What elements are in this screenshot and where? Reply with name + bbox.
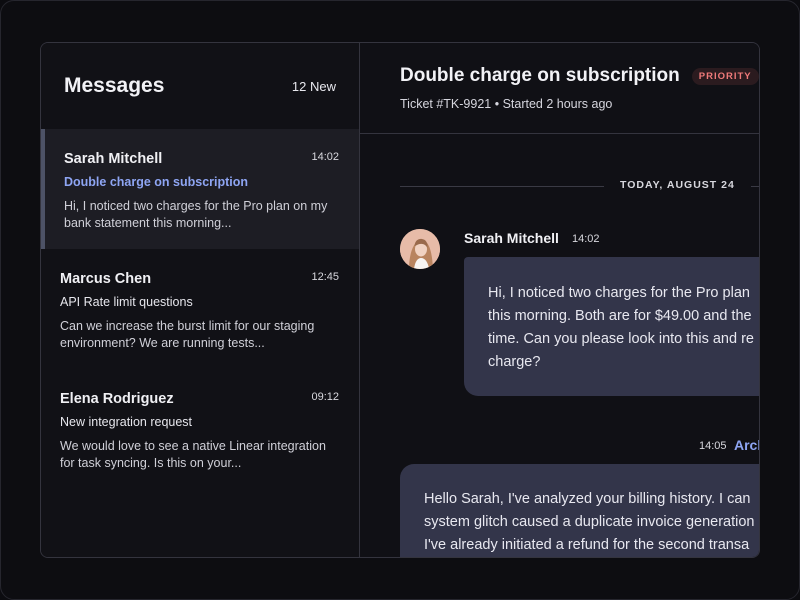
date-divider: TODAY, AUGUST 24 xyxy=(400,179,759,193)
conversation-subject: Double charge on subscription xyxy=(64,175,249,189)
sidebar-header: Messages 12 New xyxy=(41,43,359,129)
preview-line: for task syncing. Is this on your... xyxy=(60,456,242,470)
divider-line xyxy=(400,186,604,187)
message-time: 14:05 xyxy=(699,440,727,452)
conversation-sender: Elena Rodriguez xyxy=(60,391,174,407)
preview-line: We would love to see a native Linear int… xyxy=(60,439,326,453)
message-time: 14:02 xyxy=(572,233,600,245)
message-line: time. Can you please look into this and … xyxy=(488,331,754,347)
sidebar-title: Messages xyxy=(64,74,165,97)
support-inbox-window: Messages 12 New Sarah Mitchell 14:02 Dou… xyxy=(40,42,760,558)
conversation-time: 09:12 xyxy=(311,391,339,403)
conversation-item-elena-rodriguez[interactable]: Elena Rodriguez 09:12 New integration re… xyxy=(41,369,359,489)
conversation-preview: Can we increase the burst limit for our … xyxy=(60,318,339,352)
message-sidebar: Messages 12 New Sarah Mitchell 14:02 Dou… xyxy=(41,43,360,557)
preview-line: Hi, I noticed two charges for the Pro pl… xyxy=(64,199,328,213)
avatar[interactable] xyxy=(400,229,440,269)
message-line: system glitch caused a duplicate invoice… xyxy=(424,514,755,530)
conversation-time: 14:02 xyxy=(311,151,339,163)
conversation-pane: Double charge on subscription PRIORITY T… xyxy=(360,43,759,557)
message-line: charge? xyxy=(488,354,541,370)
ticket-header: Double charge on subscription PRIORITY T… xyxy=(360,43,759,134)
divider-line xyxy=(751,186,759,187)
conversation-sender: Sarah Mitchell xyxy=(64,151,163,167)
preview-line: environment? We are running tests... xyxy=(60,336,265,350)
conversation-subject: New integration request xyxy=(60,415,193,429)
message-author-agent: Arch xyxy=(734,437,759,453)
message-bubble-agent: Hello Sarah, I've analyzed your billing … xyxy=(400,464,759,557)
avatar-portrait-icon xyxy=(400,229,440,269)
conversation-sender: Marcus Chen xyxy=(60,271,152,287)
conversation-preview: Hi, I noticed two charges for the Pro pl… xyxy=(64,198,339,232)
conversation-item-sarah-mitchell[interactable]: Sarah Mitchell 14:02 Double charge on su… xyxy=(41,129,359,249)
message-author: Sarah Mitchell xyxy=(464,230,559,246)
conversation-preview: We would love to see a native Linear int… xyxy=(60,438,339,472)
conversation-subject: API Rate limit questions xyxy=(60,295,193,309)
message-line: Hi, I noticed two charges for the Pro pl… xyxy=(488,285,750,301)
priority-badge: PRIORITY xyxy=(691,67,759,85)
message-bubble-customer: Hi, I noticed two charges for the Pro pl… xyxy=(464,257,759,396)
message-line: I've already initiated a refund for the … xyxy=(424,537,750,553)
preview-line: bank statement this morning... xyxy=(64,216,232,230)
conversation-time: 12:45 xyxy=(311,271,339,283)
preview-line: Can we increase the burst limit for our … xyxy=(60,319,315,333)
ticket-title: Double charge on subscription xyxy=(400,65,680,86)
message-line: this morning. Both are for $49.00 and th… xyxy=(488,308,752,324)
conversation-item-marcus-chen[interactable]: Marcus Chen 12:45 API Rate limit questio… xyxy=(41,249,359,369)
message-line: Hello Sarah, I've analyzed your billing … xyxy=(424,491,751,507)
date-label: TODAY, AUGUST 24 xyxy=(620,179,735,191)
ticket-meta: Ticket #TK-9921 • Started 2 hours ago xyxy=(400,97,613,111)
new-count-badge[interactable]: 12 New xyxy=(292,79,336,94)
